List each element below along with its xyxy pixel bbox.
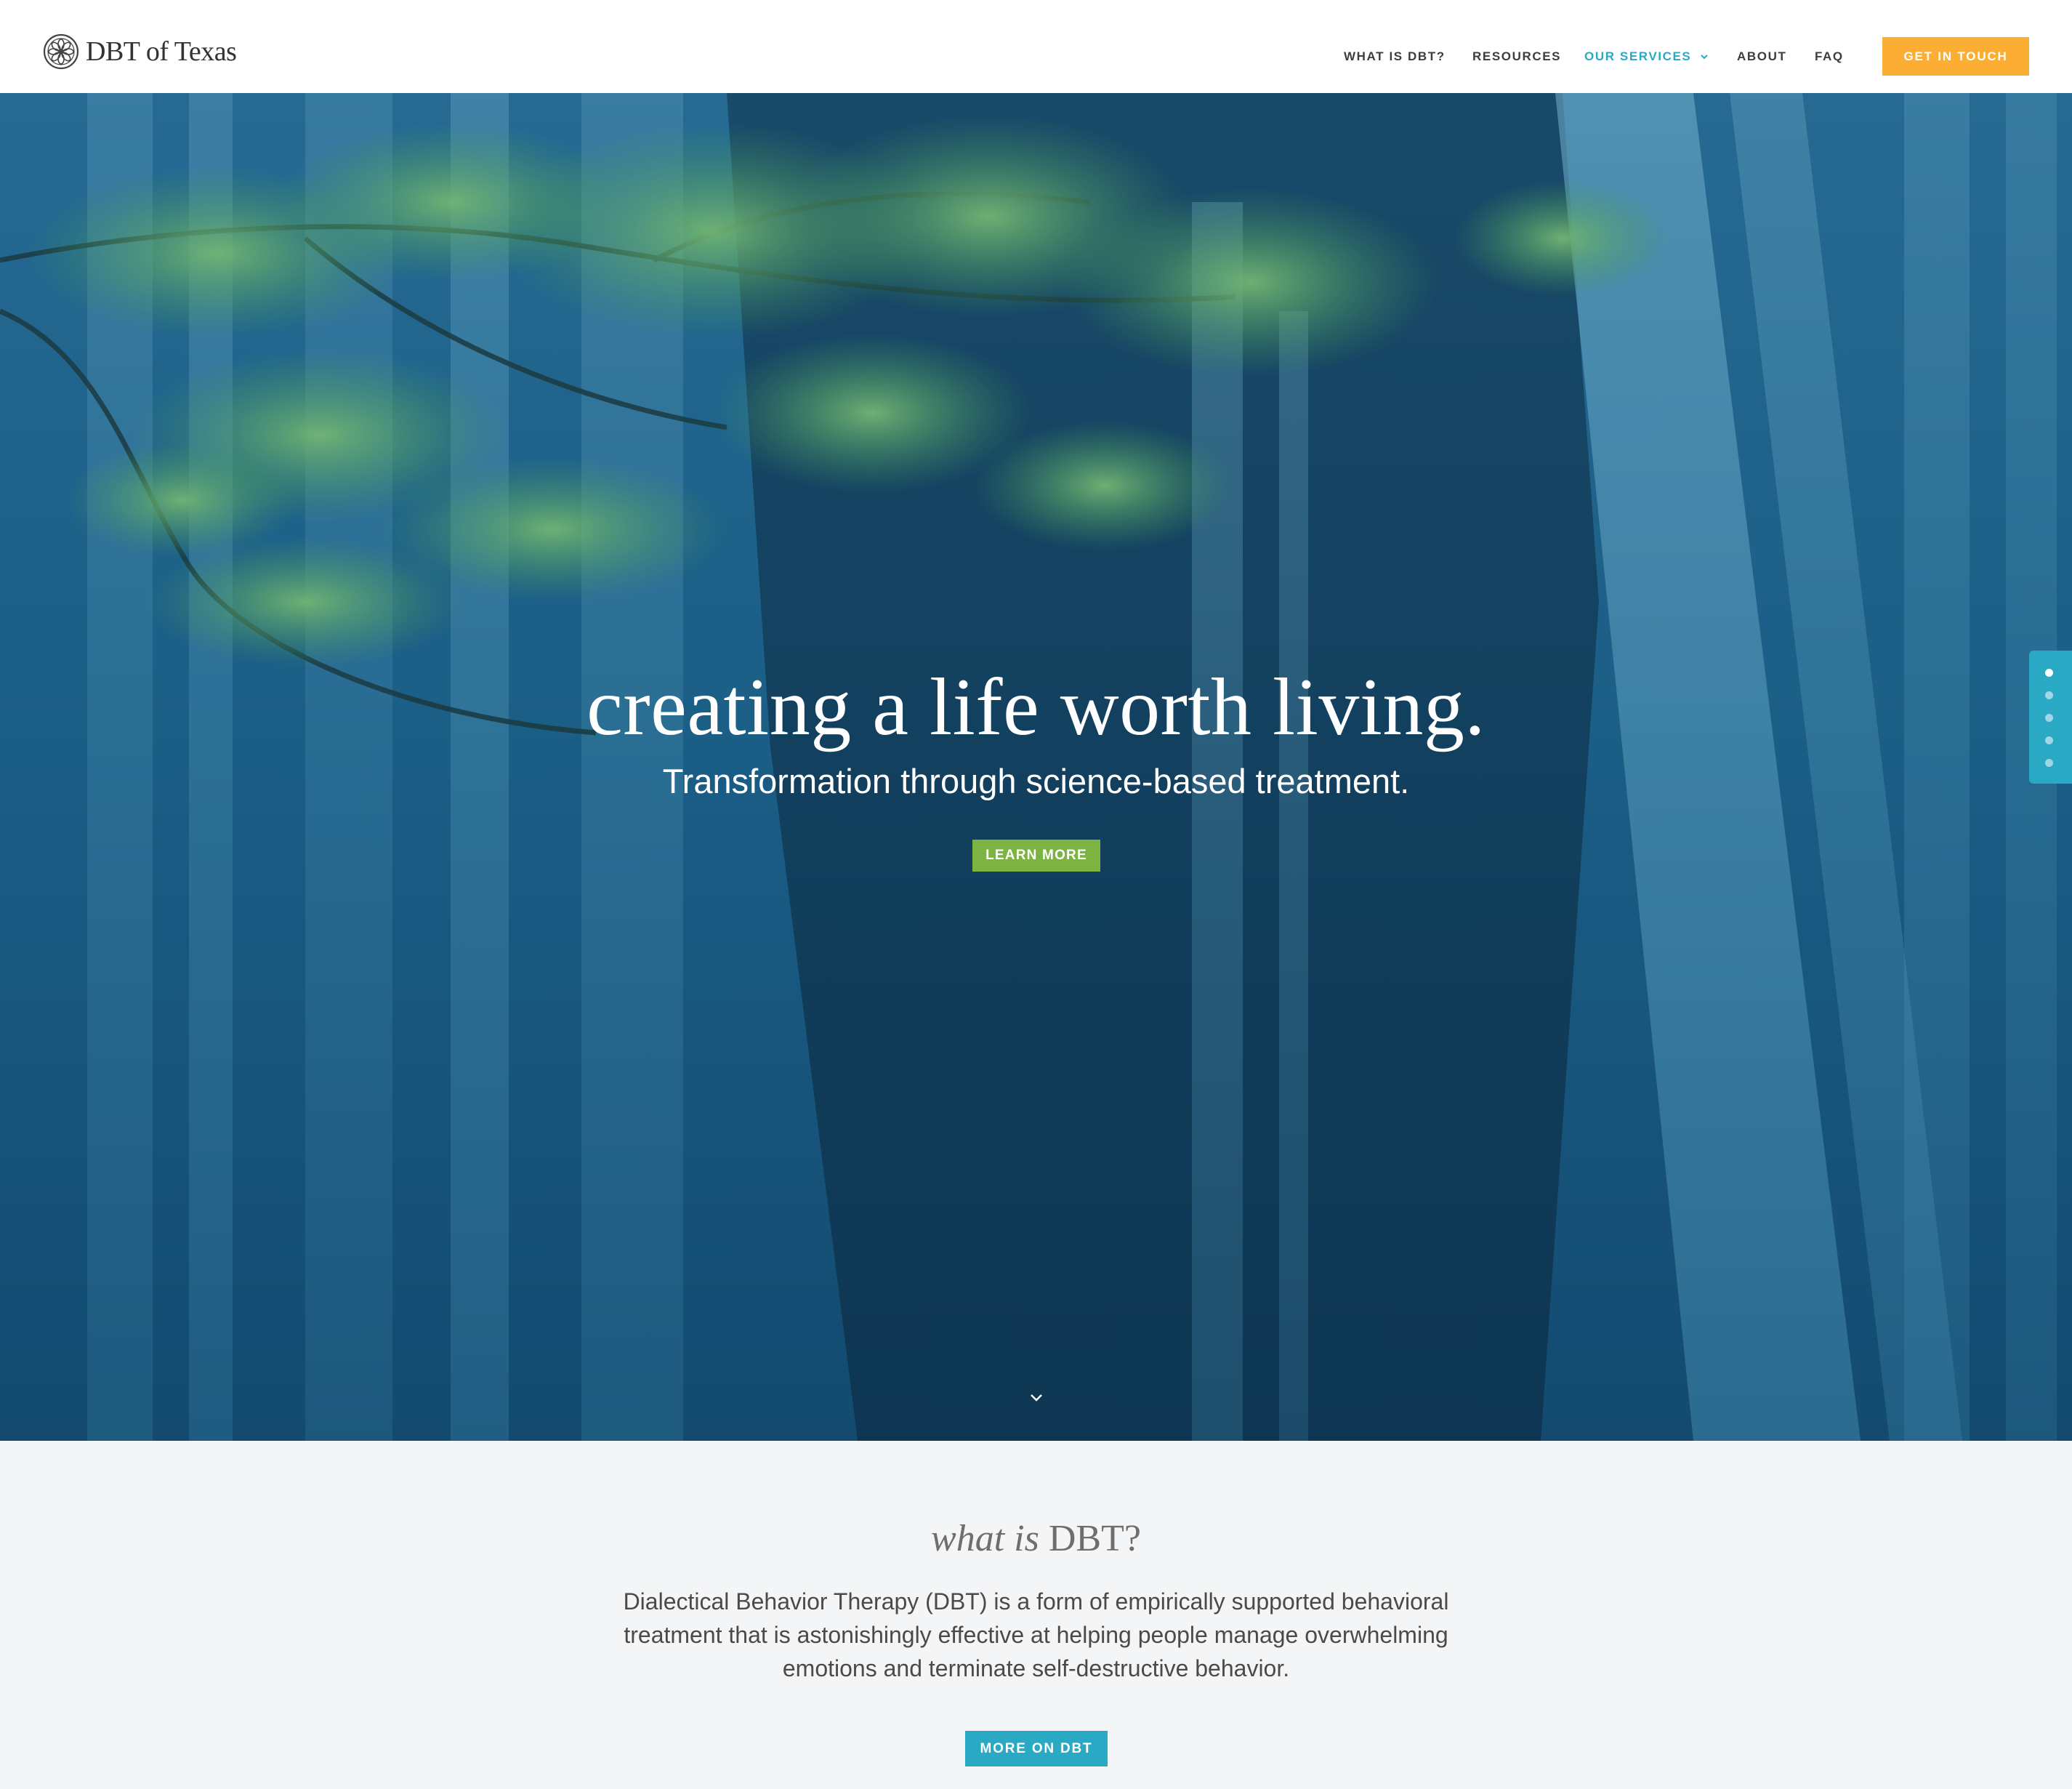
nav-our-services-label: OUR SERVICES [1584, 49, 1692, 63]
nav-resources[interactable]: RESOURCES [1472, 36, 1561, 77]
hero-title: creating a life worth living. [586, 662, 1486, 752]
hero-subtitle: Transformation through science-based tre… [662, 762, 1410, 800]
nav-what-is-dbt[interactable]: WHAT IS DBT? [1344, 36, 1446, 77]
chevron-down-icon [1031, 1394, 1042, 1402]
dot-nav-item[interactable] [2045, 669, 2053, 677]
hero-section: creating a life worth living. Transforma… [0, 93, 2072, 1441]
dot-nav-item[interactable] [2045, 714, 2053, 722]
section-dot-nav [2029, 651, 2072, 784]
scroll-down-button[interactable] [1027, 1388, 1046, 1407]
chevron-down-icon [1701, 55, 1709, 60]
nav-about[interactable]: ABOUT [1737, 36, 1786, 77]
section-body-text: Dialectical Behavior Therapy (DBT) is a … [623, 1588, 1449, 1681]
dot-nav-item[interactable] [2045, 736, 2053, 744]
dot-nav-item[interactable] [2045, 691, 2053, 699]
section-heading-main: DBT? [1039, 1518, 1141, 1559]
learn-more-button[interactable]: LEARN MORE [972, 840, 1100, 872]
more-on-dbt-button[interactable]: MORE ON DBT [965, 1731, 1108, 1766]
section-heading: what is DBT? [0, 1513, 2072, 1564]
section-heading-em: what is [931, 1518, 1039, 1559]
nav-faq[interactable]: FAQ [1815, 36, 1844, 77]
site-header: DBT of Texas WHAT IS DBT? RESOURCES OUR … [0, 0, 2072, 93]
main-nav: WHAT IS DBT? RESOURCES OUR SERVICES ABOU… [0, 36, 2072, 77]
nav-our-services[interactable]: OUR SERVICES [1584, 36, 1710, 77]
dot-nav-item[interactable] [2045, 759, 2053, 767]
get-in-touch-button[interactable]: GET IN TOUCH [1882, 37, 2029, 76]
